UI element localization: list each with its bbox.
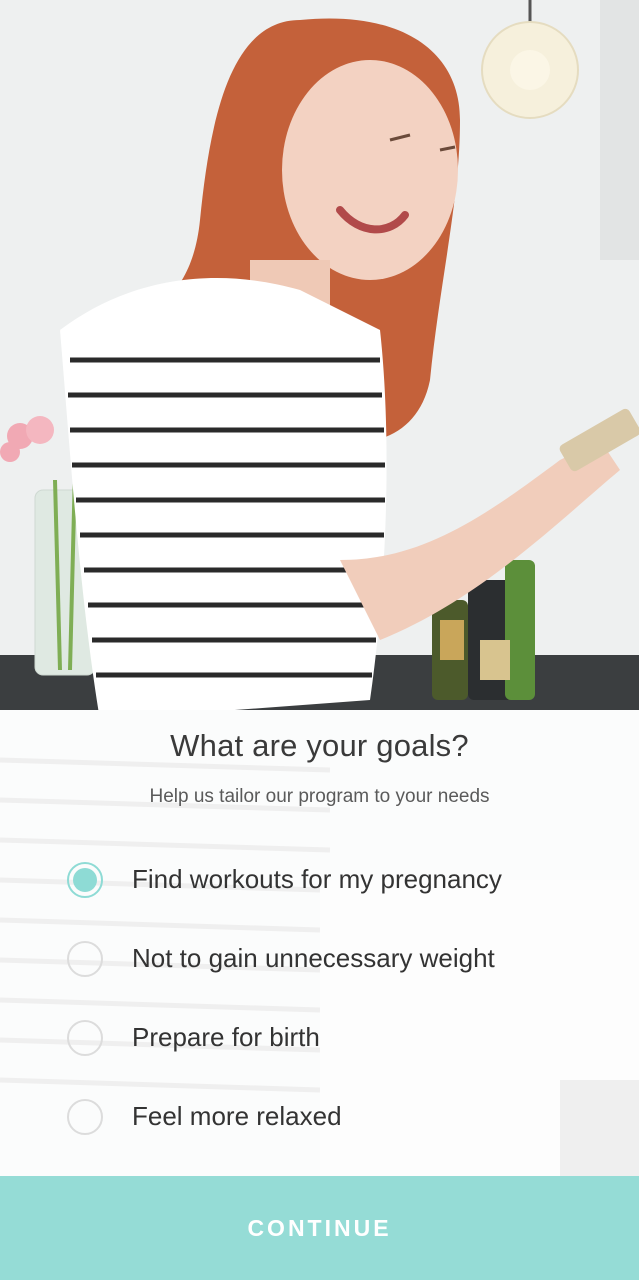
goal-option-label: Prepare for birth — [132, 1022, 320, 1052]
continue-button[interactable]: CONTINUE — [0, 1176, 639, 1280]
goal-option-relaxed[interactable]: Feel more relaxed — [0, 1077, 639, 1156]
radio-checked-icon[interactable] — [67, 861, 103, 898]
goal-option-birth[interactable]: Prepare for birth — [0, 998, 639, 1077]
page-title: What are your goals? — [170, 728, 469, 763]
goal-option-label: Not to gain unnecessary weight — [132, 943, 495, 973]
goal-option-workouts[interactable]: Find workouts for my pregnancy — [0, 840, 639, 919]
goals-screen: What are your goals? Help us tailor our … — [0, 0, 639, 1280]
radio-unchecked-icon[interactable] — [67, 1019, 103, 1056]
goals-radio-group: Find workouts for my pregnancy Not to ga… — [0, 840, 639, 1156]
page-subtitle: Help us tailor our program to your needs — [149, 786, 490, 807]
radio-unchecked-icon[interactable] — [67, 1098, 103, 1135]
goal-option-label: Find workouts for my pregnancy — [132, 864, 502, 894]
radio-unchecked-icon[interactable] — [67, 940, 103, 977]
goal-option-weight[interactable]: Not to gain unnecessary weight — [0, 919, 639, 998]
goal-option-label: Feel more relaxed — [132, 1101, 342, 1131]
